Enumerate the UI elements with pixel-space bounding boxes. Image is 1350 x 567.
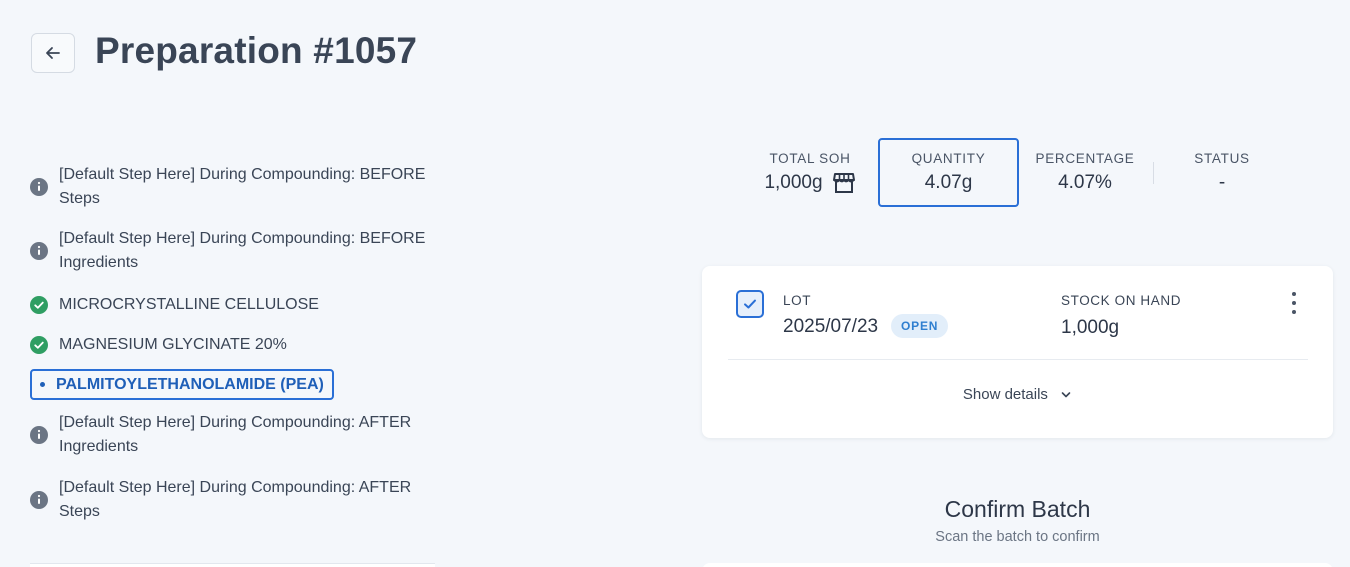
stat-label: PERCENTAGE — [1035, 151, 1135, 166]
step-item[interactable]: MICROCRYSTALLINE CELLULOSE — [30, 293, 319, 317]
step-label: PALMITOYLETHANOLAMIDE (PEA) — [56, 375, 324, 393]
stat-percentage: PERCENTAGE 4.07% — [1030, 151, 1140, 194]
lot-checkbox[interactable] — [736, 290, 764, 318]
check-icon — [744, 299, 756, 309]
stat-label: QUANTITY — [911, 151, 986, 166]
soh-label: STOCK ON HAND — [1061, 293, 1182, 308]
stat-value: 4.07% — [1058, 172, 1112, 193]
check-circle-icon — [30, 296, 48, 314]
stat-value: - — [1218, 172, 1226, 193]
stat-status: STATUS - — [1180, 151, 1264, 194]
stat-value: 4.07g — [924, 172, 973, 193]
stat-value: 1,000g — [764, 172, 823, 193]
bullet-icon — [40, 382, 45, 387]
stat-total-soh: TOTAL SOH 1,000g — [760, 151, 860, 194]
arrow-left-icon — [46, 47, 60, 59]
step-label: MAGNESIUM GLYCINATE 20% — [59, 336, 287, 353]
store-icon — [832, 173, 855, 193]
step-label: [Default Step Here] During Compounding: … — [59, 414, 412, 431]
confirm-batch-title: Confirm Batch — [944, 496, 1091, 522]
lot-card: LOT 2025/07/23 OPEN STOCK ON HAND 1,000g… — [702, 266, 1333, 438]
stat-quantity: QUANTITY 4.07g — [878, 151, 1019, 194]
scan-panel — [702, 563, 1333, 567]
bottom-panel — [30, 563, 435, 567]
step-item-active[interactable]: PALMITOYLETHANOLAMIDE (PEA) — [30, 369, 334, 400]
stat-label: TOTAL SOH — [769, 151, 851, 166]
status-badge: OPEN — [891, 314, 949, 338]
divider — [728, 359, 1308, 360]
step-label: [Default Step Here] During Compounding: … — [59, 479, 412, 496]
info-icon — [30, 426, 48, 444]
step-item[interactable]: [Default Step Here] During Compounding: … — [30, 163, 425, 211]
page-title: Preparation #1057 — [95, 30, 418, 71]
info-icon — [30, 491, 48, 509]
step-item[interactable]: MAGNESIUM GLYCINATE 20% — [30, 333, 287, 357]
step-label-cont: Steps — [59, 503, 100, 520]
step-label-cont: Ingredients — [59, 254, 139, 271]
show-details-button[interactable]: Show details — [702, 386, 1333, 403]
info-icon — [30, 242, 48, 260]
page: Preparation #1057 [Default Step Here] Du… — [0, 0, 1350, 567]
step-label-cont: Ingredients — [59, 438, 139, 455]
step-label: MICROCRYSTALLINE CELLULOSE — [59, 296, 319, 313]
lot-label: LOT — [783, 293, 812, 308]
step-label-cont: Steps — [59, 190, 100, 207]
info-icon — [30, 178, 48, 196]
back-button[interactable] — [31, 33, 75, 73]
more-options-icon[interactable] — [1284, 290, 1304, 316]
confirm-batch-subtitle: Scan the batch to confirm — [935, 529, 1100, 545]
step-label: [Default Step Here] During Compounding: … — [59, 230, 426, 247]
step-item[interactable]: [Default Step Here] During Compounding: … — [30, 411, 411, 459]
check-circle-icon — [30, 336, 48, 354]
step-label: [Default Step Here] During Compounding: … — [59, 166, 426, 183]
step-item[interactable]: [Default Step Here] During Compounding: … — [30, 476, 411, 524]
show-details-label: Show details — [962, 386, 1048, 403]
soh-value: 1,000g — [1061, 317, 1120, 338]
chevron-down-icon — [1061, 392, 1071, 398]
step-item[interactable]: [Default Step Here] During Compounding: … — [30, 227, 425, 275]
stat-label: STATUS — [1194, 151, 1250, 166]
lot-value: 2025/07/23 — [783, 316, 879, 337]
divider — [1153, 162, 1154, 184]
